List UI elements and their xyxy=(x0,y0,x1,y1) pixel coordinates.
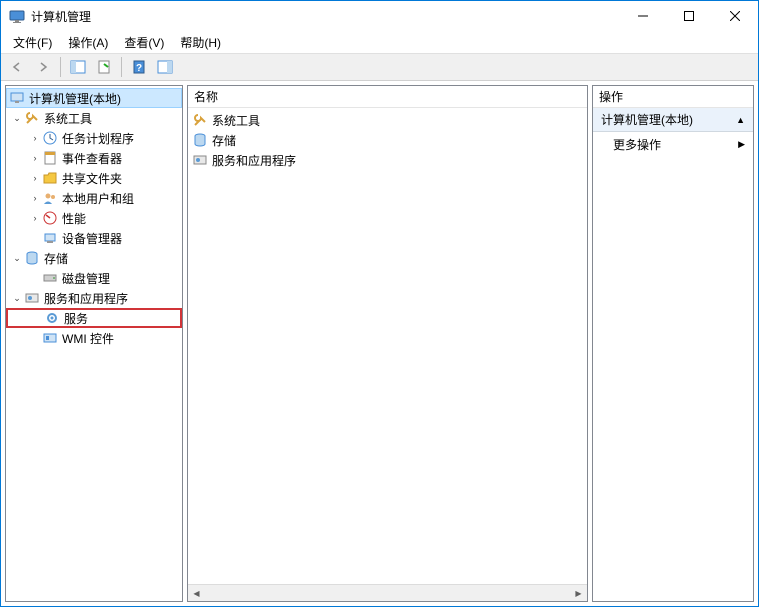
list-item-system-tools[interactable]: 系统工具 xyxy=(188,110,587,130)
actions-header-label: 操作 xyxy=(599,88,623,105)
expand-icon[interactable]: › xyxy=(28,131,42,145)
svg-text:?: ? xyxy=(136,63,142,74)
collapse-icon[interactable]: ⌄ xyxy=(10,251,24,265)
menu-help[interactable]: 帮助(H) xyxy=(172,32,229,53)
list-item-storage[interactable]: 存储 xyxy=(188,130,587,150)
tree-label: 任务计划程序 xyxy=(62,130,134,147)
help-button[interactable]: ? xyxy=(127,56,151,78)
tree-node-root[interactable]: 计算机管理(本地) xyxy=(6,88,182,108)
services-apps-icon xyxy=(192,152,208,168)
column-label: 名称 xyxy=(194,88,218,105)
list-item-label: 系统工具 xyxy=(212,112,260,129)
actions-more[interactable]: 更多操作 ▶ xyxy=(593,132,753,157)
computer-icon xyxy=(9,90,25,106)
expand-icon[interactable]: › xyxy=(28,211,42,225)
menu-file[interactable]: 文件(F) xyxy=(5,32,60,53)
menubar: 文件(F) 操作(A) 查看(V) 帮助(H) xyxy=(1,31,758,53)
scroll-right-button[interactable]: ▶ xyxy=(570,585,587,601)
scroll-track[interactable] xyxy=(205,585,570,601)
collapse-icon[interactable]: ⌄ xyxy=(10,111,24,125)
forward-button[interactable] xyxy=(31,56,55,78)
tree-node-task-scheduler[interactable]: › 任务计划程序 xyxy=(6,128,182,148)
tools-icon xyxy=(24,110,40,126)
actions-item-label: 更多操作 xyxy=(613,136,661,153)
tree-label: 事件查看器 xyxy=(62,150,122,167)
list-item-label: 服务和应用程序 xyxy=(212,152,296,169)
gear-icon xyxy=(44,310,60,326)
tree-label: 设备管理器 xyxy=(62,230,122,247)
tree-label: 服务和应用程序 xyxy=(44,290,128,307)
collapse-icon: ▲ xyxy=(736,115,745,125)
menu-action[interactable]: 操作(A) xyxy=(60,32,116,53)
tree-label: 服务 xyxy=(64,310,88,327)
clock-icon xyxy=(42,130,58,146)
tree-panel: 计算机管理(本地) ⌄ 系统工具 › 任务计划程序 › xyxy=(5,85,183,602)
expand-icon[interactable]: › xyxy=(28,191,42,205)
users-icon xyxy=(42,190,58,206)
maximize-button[interactable] xyxy=(666,1,712,31)
tree-node-storage[interactable]: ⌄ 存储 xyxy=(6,248,182,268)
tools-icon xyxy=(192,112,208,128)
wmi-icon xyxy=(42,330,58,346)
list-item-services-apps[interactable]: 服务和应用程序 xyxy=(188,150,587,170)
actions-panel: 操作 计算机管理(本地) ▲ 更多操作 ▶ xyxy=(592,85,754,602)
titlebar: 计算机管理 xyxy=(1,1,758,31)
minimize-button[interactable] xyxy=(620,1,666,31)
submenu-arrow-icon: ▶ xyxy=(738,139,745,150)
tree-node-disk-management[interactable]: 磁盘管理 xyxy=(6,268,182,288)
tree-node-services-apps[interactable]: ⌄ 服务和应用程序 xyxy=(6,288,182,308)
disk-icon xyxy=(42,270,58,286)
actions-section-label: 计算机管理(本地) xyxy=(601,111,693,128)
device-icon xyxy=(42,230,58,246)
folder-share-icon xyxy=(42,170,58,186)
tree-node-performance[interactable]: › 性能 xyxy=(6,208,182,228)
tree-label: 共享文件夹 xyxy=(62,170,122,187)
actions-header: 操作 xyxy=(593,86,753,108)
expand-icon[interactable]: › xyxy=(28,171,42,185)
window-title: 计算机管理 xyxy=(31,8,620,25)
tree-node-shared-folders[interactable]: › 共享文件夹 xyxy=(6,168,182,188)
tree-label: 磁盘管理 xyxy=(62,270,110,287)
content-area: 计算机管理(本地) ⌄ 系统工具 › 任务计划程序 › xyxy=(1,81,758,606)
tree-body: 计算机管理(本地) ⌄ 系统工具 › 任务计划程序 › xyxy=(6,86,182,601)
storage-icon xyxy=(24,250,40,266)
horizontal-scrollbar[interactable]: ◀ ▶ xyxy=(188,584,587,601)
collapse-icon[interactable]: ⌄ xyxy=(10,291,24,305)
list-item-label: 存储 xyxy=(212,132,236,149)
tree-label: 系统工具 xyxy=(44,110,92,127)
app-icon xyxy=(9,8,25,24)
show-hide-tree-button[interactable] xyxy=(66,56,90,78)
services-apps-icon xyxy=(24,290,40,306)
toolbar-separator xyxy=(121,57,122,77)
storage-icon xyxy=(192,132,208,148)
event-icon xyxy=(42,150,58,166)
scroll-left-button[interactable]: ◀ xyxy=(188,585,205,601)
tree-node-event-viewer[interactable]: › 事件查看器 xyxy=(6,148,182,168)
column-header-name[interactable]: 名称 xyxy=(188,86,587,108)
tree-label: 本地用户和组 xyxy=(62,190,134,207)
toolbar-separator xyxy=(60,57,61,77)
tree-node-local-users[interactable]: › 本地用户和组 xyxy=(6,188,182,208)
performance-icon xyxy=(42,210,58,226)
window: 计算机管理 文件(F) 操作(A) 查看(V) 帮助(H) ? 计算机管理(本地 xyxy=(0,0,759,607)
close-button[interactable] xyxy=(712,1,758,31)
back-button[interactable] xyxy=(5,56,29,78)
tree-label: WMI 控件 xyxy=(62,330,114,347)
expand-icon[interactable]: › xyxy=(28,151,42,165)
show-hide-actions-button[interactable] xyxy=(153,56,177,78)
tree-label: 计算机管理(本地) xyxy=(29,90,121,107)
tree-label: 存储 xyxy=(44,250,68,267)
tree-label: 性能 xyxy=(62,210,86,227)
actions-section[interactable]: 计算机管理(本地) ▲ xyxy=(593,108,753,132)
properties-button[interactable] xyxy=(92,56,116,78)
tree-node-system-tools[interactable]: ⌄ 系统工具 xyxy=(6,108,182,128)
tree-node-device-manager[interactable]: 设备管理器 xyxy=(6,228,182,248)
toolbar: ? xyxy=(1,53,758,81)
list-body: 系统工具 存储 服务和应用程序 xyxy=(188,108,587,584)
tree-node-services[interactable]: 服务 xyxy=(6,308,182,328)
tree-node-wmi-control[interactable]: WMI 控件 xyxy=(6,328,182,348)
menu-view[interactable]: 查看(V) xyxy=(116,32,172,53)
list-panel: 名称 系统工具 存储 服务和应用程序 ◀ ▶ xyxy=(187,85,588,602)
